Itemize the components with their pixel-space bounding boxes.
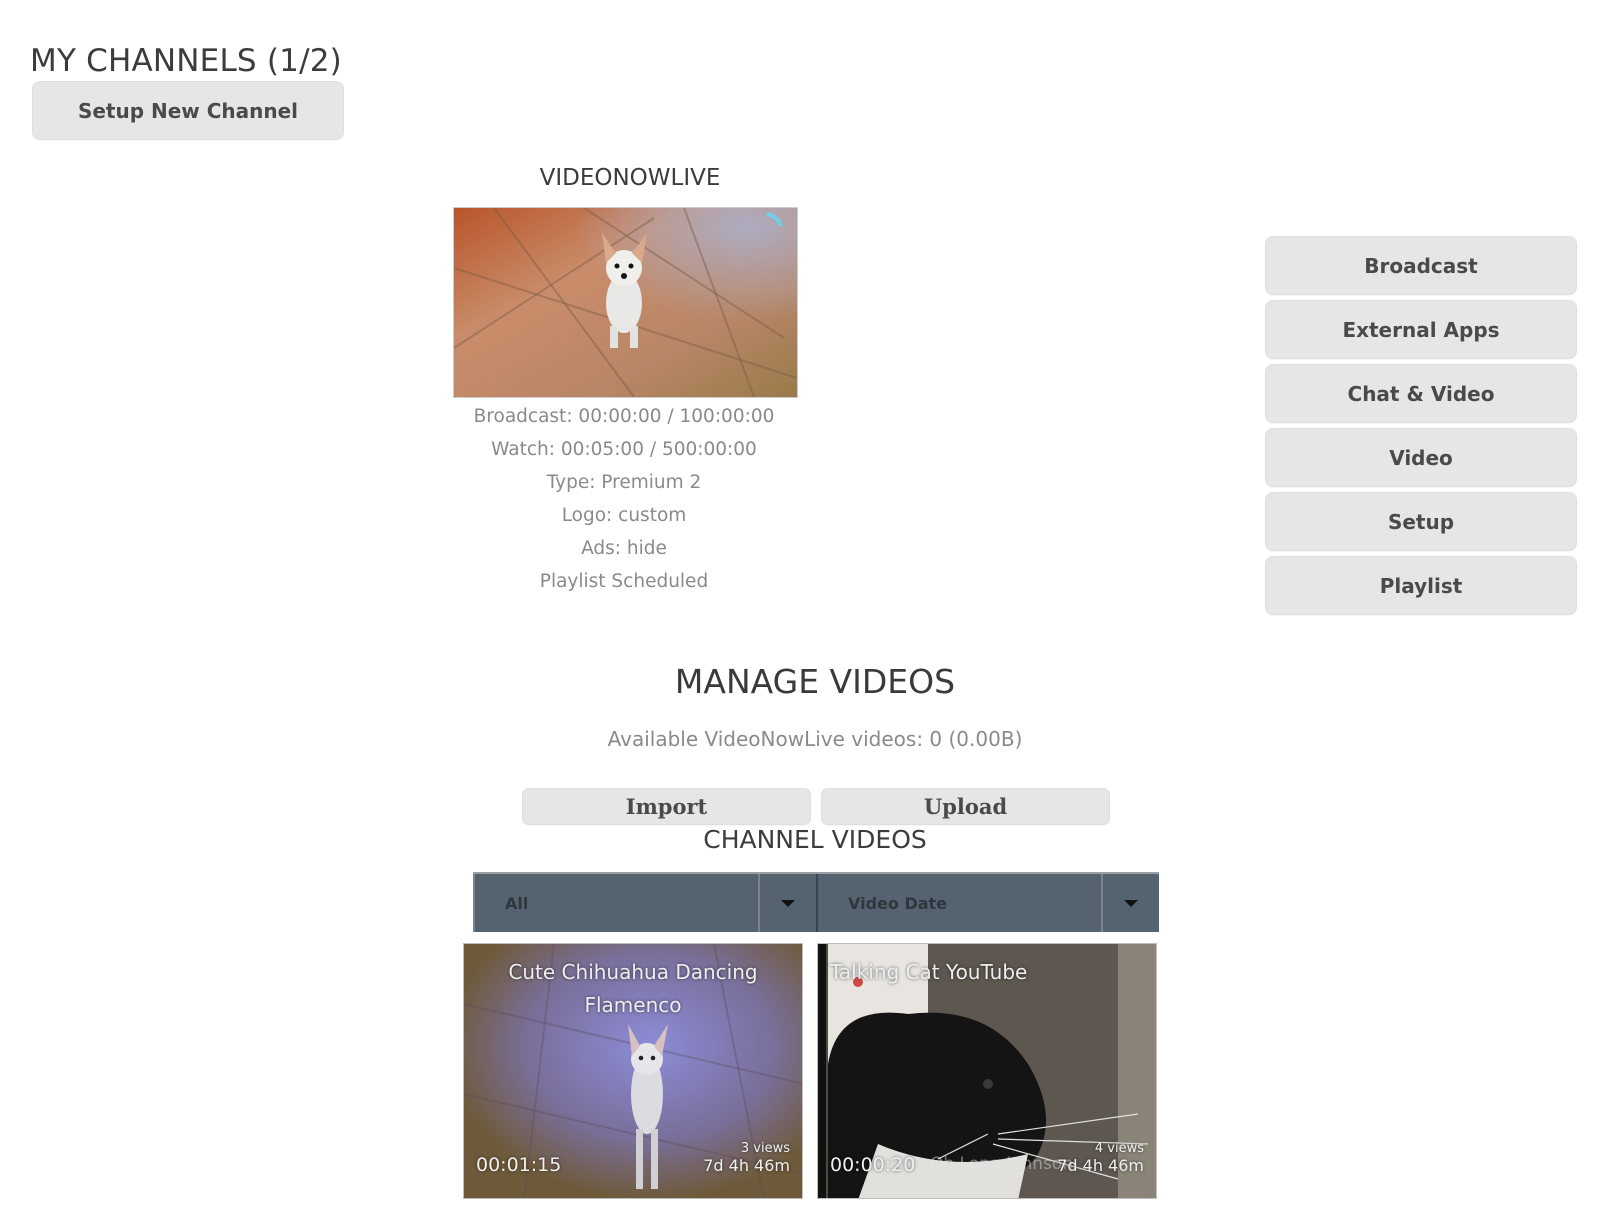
manage-videos-title: MANAGE VIDEOS	[674, 662, 956, 701]
import-button[interactable]: Import	[522, 788, 811, 825]
video-meta: 3 views 7d 4h 46m	[703, 1142, 790, 1176]
video-duration: 00:01:15	[476, 1154, 562, 1176]
video-duration: 00:00:20	[830, 1154, 916, 1176]
external-apps-button[interactable]: External Apps	[1265, 300, 1577, 359]
upload-button[interactable]: Upload	[821, 788, 1110, 825]
video-filter-bar: All Video Date	[473, 872, 1159, 932]
chat-video-button[interactable]: Chat & Video	[1265, 364, 1577, 423]
available-videos-text: Available VideoNowLive videos: 0 (0.00B)	[607, 727, 1023, 751]
video-tile[interactable]: Talking Cat YouTube Oh Long Johnson 00:0…	[817, 943, 1157, 1199]
channel-videos-title: CHANNEL VIDEOS	[703, 825, 927, 854]
setup-button[interactable]: Setup	[1265, 492, 1577, 551]
caret-down-icon	[781, 899, 795, 907]
channel-card: VIDEONOWLIVE Broadcast: 00:00:00 / 100:0…	[453, 165, 805, 598]
stat-playlist: Playlist Scheduled	[539, 571, 709, 592]
video-button[interactable]: Video	[1265, 428, 1577, 487]
video-title: Cute Chihuahua Dancing Flamenco	[508, 960, 758, 1017]
filter-select[interactable]: All	[473, 874, 816, 932]
video-tile[interactable]: Cute Chihuahua Dancing Flamenco 00:01:15…	[463, 943, 803, 1199]
setup-new-channel-button[interactable]: Setup New Channel	[32, 81, 344, 140]
filter-select-value: All	[505, 893, 529, 913]
stat-watch: Watch: 00:05:00 / 500:00:00	[491, 439, 757, 460]
video-views: 4 views	[1094, 1141, 1144, 1156]
page-title: MY CHANNELS (1/2)	[30, 42, 342, 79]
chihuahua-thumbnail-image	[454, 208, 797, 397]
filter-select-arrow[interactable]	[758, 874, 816, 932]
sort-select-arrow[interactable]	[1101, 874, 1159, 932]
channel-name: VIDEONOWLIVE	[539, 165, 721, 191]
stat-ads: Ads: hide	[581, 538, 667, 559]
caret-down-icon	[1124, 899, 1138, 907]
stat-broadcast: Broadcast: 00:00:00 / 100:00:00	[473, 406, 775, 427]
broadcast-button[interactable]: Broadcast	[1265, 236, 1577, 295]
video-meta: 4 views 7d 4h 46m	[1057, 1142, 1144, 1176]
video-age: 7d 4h 46m	[703, 1156, 790, 1175]
sort-select-value: Video Date	[848, 893, 948, 913]
channel-thumbnail[interactable]	[453, 207, 798, 398]
playlist-button[interactable]: Playlist	[1265, 556, 1577, 615]
channel-side-nav: Broadcast External Apps Chat & Video Vid…	[1265, 236, 1577, 620]
stat-logo: Logo: custom	[561, 505, 687, 526]
video-views: 3 views	[740, 1141, 790, 1156]
video-age: 7d 4h 46m	[1057, 1156, 1144, 1175]
video-title: Talking Cat YouTube	[830, 960, 1028, 984]
stat-type: Type: Premium 2	[546, 472, 702, 493]
channel-video-grid: Cute Chihuahua Dancing Flamenco 00:01:15…	[463, 943, 1157, 1199]
sort-select[interactable]: Video Date	[816, 874, 1159, 932]
video-caption-overlay: Oh Long Johnson	[930, 1154, 1074, 1174]
channel-stats: Broadcast: 00:00:00 / 100:00:00 Watch: 0…	[443, 400, 805, 598]
